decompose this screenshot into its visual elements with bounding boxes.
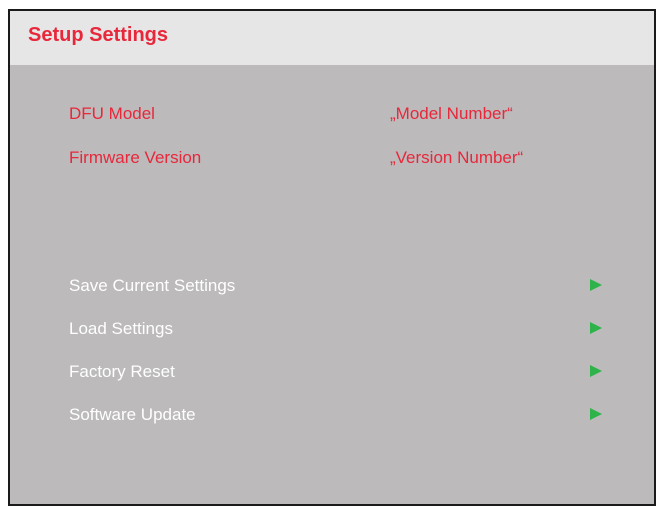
dfu-model-value: „Model Number“ — [390, 104, 513, 123]
menu-item-load-settings[interactable]: Load Settings — [62, 315, 602, 345]
info-row-firmware-version: Firmware Version „Version Number“ — [10, 148, 654, 172]
menu-item-label: Software Update — [69, 405, 196, 424]
play-arrow-icon — [590, 408, 602, 420]
firmware-version-value: „Version Number“ — [390, 148, 524, 167]
menu-item-factory-reset[interactable]: Factory Reset — [62, 358, 602, 388]
dfu-model-label: DFU Model — [69, 104, 155, 123]
play-arrow-icon — [590, 279, 602, 291]
panel-header: Setup Settings — [10, 11, 654, 65]
menu-item-label: Save Current Settings — [69, 276, 236, 295]
page-title: Setup Settings — [28, 24, 169, 46]
menu-item-software-update[interactable]: Software Update — [62, 401, 602, 431]
play-arrow-icon — [590, 322, 602, 334]
setup-settings-panel: Setup Settings DFU Model „Model Number“ … — [8, 9, 656, 506]
play-arrow-icon — [590, 365, 602, 377]
menu-item-label: Load Settings — [69, 319, 173, 338]
info-row-dfu-model: DFU Model „Model Number“ — [10, 104, 654, 128]
menu-item-label: Factory Reset — [69, 362, 175, 381]
firmware-version-label: Firmware Version — [69, 148, 202, 167]
menu-item-save-current-settings[interactable]: Save Current Settings — [62, 272, 602, 302]
